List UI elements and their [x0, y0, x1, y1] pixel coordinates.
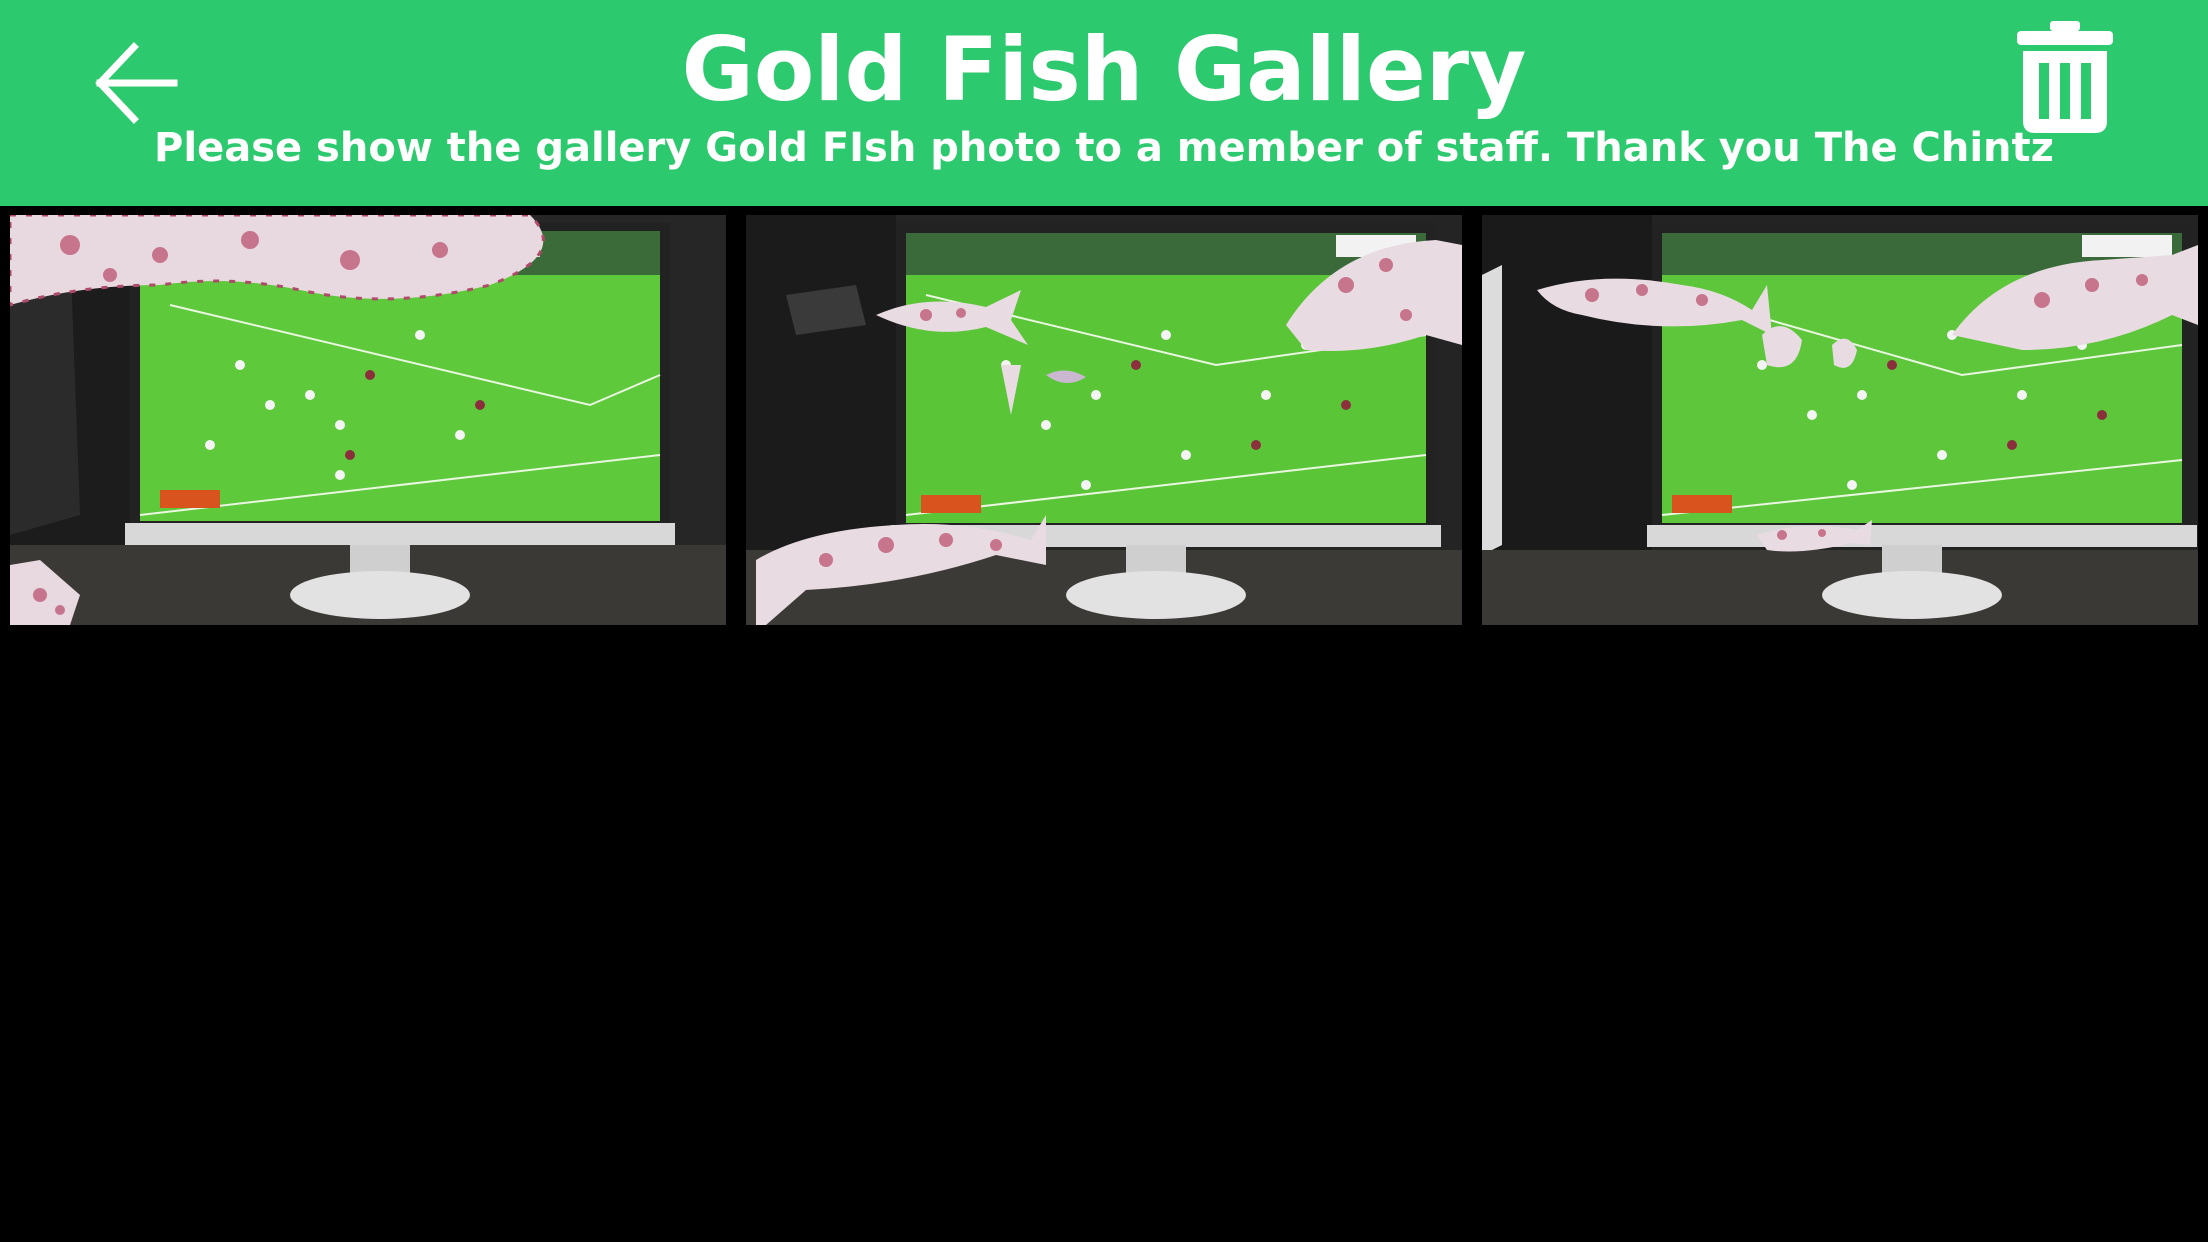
trash-icon	[2017, 21, 2113, 133]
gallery-photo-2[interactable]	[746, 215, 1462, 625]
gallery-photo-1[interactable]	[10, 215, 726, 625]
photo-grid	[0, 206, 2208, 1242]
delete-button[interactable]	[2000, 12, 2130, 142]
gallery-photo-3[interactable]	[1482, 215, 2198, 625]
arrow-left-icon	[95, 42, 178, 124]
page-subtitle: Please show the gallery Gold FIsh photo …	[154, 125, 2054, 171]
app-bar: Gold Fish Gallery Please show the galler…	[0, 0, 2208, 206]
page-title: Gold Fish Gallery	[681, 18, 1527, 121]
